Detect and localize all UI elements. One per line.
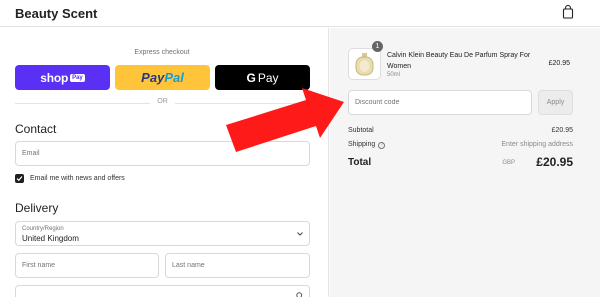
store-name[interactable]: Beauty Scent <box>15 6 97 21</box>
first-name-placeholder: First name <box>22 262 56 269</box>
email-offers-checkbox[interactable] <box>15 174 24 183</box>
red-arrow-annotation <box>226 88 344 152</box>
contact-heading: Contact <box>15 122 57 136</box>
delivery-heading: Delivery <box>15 201 59 215</box>
checkmark-icon <box>16 176 23 182</box>
country-label: Country/Region <box>22 226 64 232</box>
shop-pay-badge: Pay <box>70 73 85 82</box>
subtotal-value: £20.95 <box>551 127 573 134</box>
total-row: Total GBP £20.95 <box>348 155 573 171</box>
product-price: £20.95 <box>548 60 570 67</box>
email-offers-label: Email me with news and offers <box>30 175 125 182</box>
checkout-form-panel: Express checkout shop Pay PayPal G Pay O… <box>0 28 329 297</box>
product-name: Calvin Klein Beauty Eau De Parfum Spray … <box>387 52 531 70</box>
quantity-badge: 1 <box>372 41 383 52</box>
perfume-bottle-image <box>355 53 374 76</box>
email-placeholder: Email <box>22 150 40 157</box>
apply-discount-button[interactable]: Apply <box>538 90 573 115</box>
subtotal-label: Subtotal <box>348 127 374 134</box>
shipping-label: Shipping? <box>348 141 386 149</box>
header: Beauty Scent <box>0 0 600 27</box>
product-thumbnail <box>348 48 381 80</box>
total-value: £20.95 <box>536 155 573 169</box>
search-icon <box>296 292 303 297</box>
product-variant: 50ml <box>387 72 401 78</box>
express-checkout-label: Express checkout <box>134 49 190 56</box>
address-field[interactable] <box>15 285 310 297</box>
shipping-value: Enter shipping address <box>501 141 573 148</box>
order-summary-panel: 1 Calvin Klein Beauty Eau De Parfum Spra… <box>330 28 600 297</box>
shopping-bag-icon[interactable] <box>562 5 574 19</box>
shop-pay-button[interactable]: shop Pay <box>15 65 110 90</box>
last-name-field[interactable]: Last name <box>165 253 310 278</box>
chevron-down-icon <box>297 232 303 236</box>
paypal-button[interactable]: PayPal <box>115 65 210 90</box>
first-name-field[interactable]: First name <box>15 253 159 278</box>
shop-pay-logo-text: shop <box>40 70 69 85</box>
country-value: United Kingdom <box>22 234 79 243</box>
info-icon[interactable]: ? <box>378 142 386 149</box>
total-label: Total <box>348 157 372 168</box>
discount-code-input[interactable] <box>348 90 532 115</box>
country-select[interactable]: Country/Region United Kingdom <box>15 221 310 246</box>
subtotal-row: Subtotal £20.95 <box>348 127 573 137</box>
last-name-placeholder: Last name <box>172 262 205 269</box>
shipping-row: Shipping? Enter shipping address <box>348 141 573 151</box>
total-currency: GBP <box>502 160 515 166</box>
paypal-logo: PayPal <box>141 70 184 85</box>
